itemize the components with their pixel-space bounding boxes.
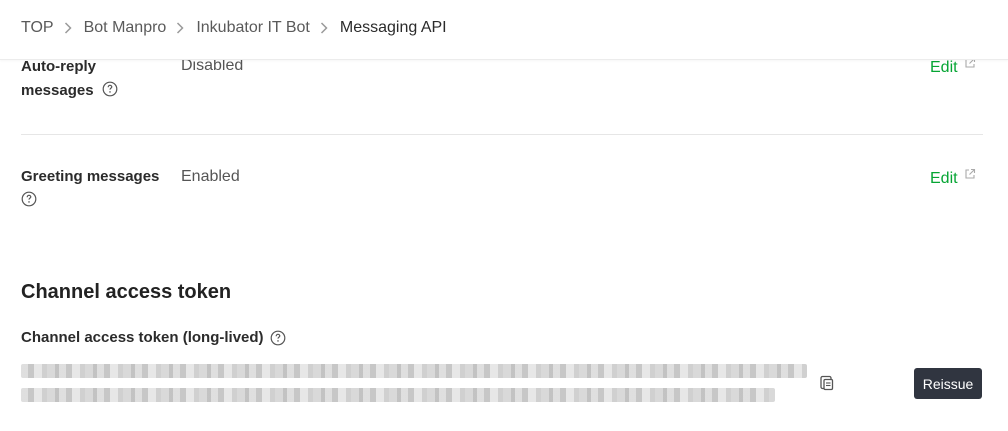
row-divider	[21, 134, 983, 135]
help-icon[interactable]	[21, 191, 37, 207]
chevron-right-icon	[54, 20, 84, 36]
greeting-edit-link[interactable]: Edit	[930, 167, 976, 188]
greeting-value: Enabled	[181, 168, 240, 185]
edit-label: Edit	[930, 170, 958, 187]
auto-reply-label: Auto-reply messages	[21, 55, 118, 103]
greeting-label: Greeting messages	[21, 165, 159, 213]
edit-label: Edit	[930, 59, 958, 76]
token-field-label-text: Channel access token (long-lived)	[21, 329, 264, 346]
breadcrumb-item-channel[interactable]: Inkubator IT Bot	[196, 19, 310, 37]
breadcrumb: TOP Bot Manpro Inkubator IT Bot Messagin…	[21, 19, 447, 37]
help-icon[interactable]	[270, 330, 286, 346]
help-icon[interactable]	[102, 81, 118, 97]
token-value-redacted	[21, 362, 811, 406]
auto-reply-edit-link[interactable]: Edit	[930, 57, 976, 77]
greeting-label-text: Greeting messages	[21, 168, 160, 185]
auto-reply-label-line2: messages	[21, 82, 94, 99]
chevron-right-icon	[166, 20, 196, 36]
copy-icon[interactable]	[818, 374, 836, 392]
breadcrumb-item-provider[interactable]: Bot Manpro	[84, 19, 167, 37]
breadcrumb-item-current: Messaging API	[339, 19, 447, 36]
redacted-line	[21, 388, 775, 402]
messaging-api-settings-page: TOP Bot Manpro Inkubator IT Bot Messagin…	[0, 0, 1008, 431]
breadcrumb-header: TOP Bot Manpro Inkubator IT Bot Messagin…	[0, 0, 1008, 60]
reissue-button[interactable]: Reissue	[914, 368, 982, 399]
section-title: Channel access token	[21, 281, 232, 303]
breadcrumb-item-top[interactable]: TOP	[21, 19, 54, 37]
token-field-label: Channel access token (long-lived)	[21, 329, 286, 346]
redacted-line	[21, 364, 807, 378]
external-link-icon	[964, 167, 976, 185]
chevron-right-icon	[310, 20, 340, 36]
